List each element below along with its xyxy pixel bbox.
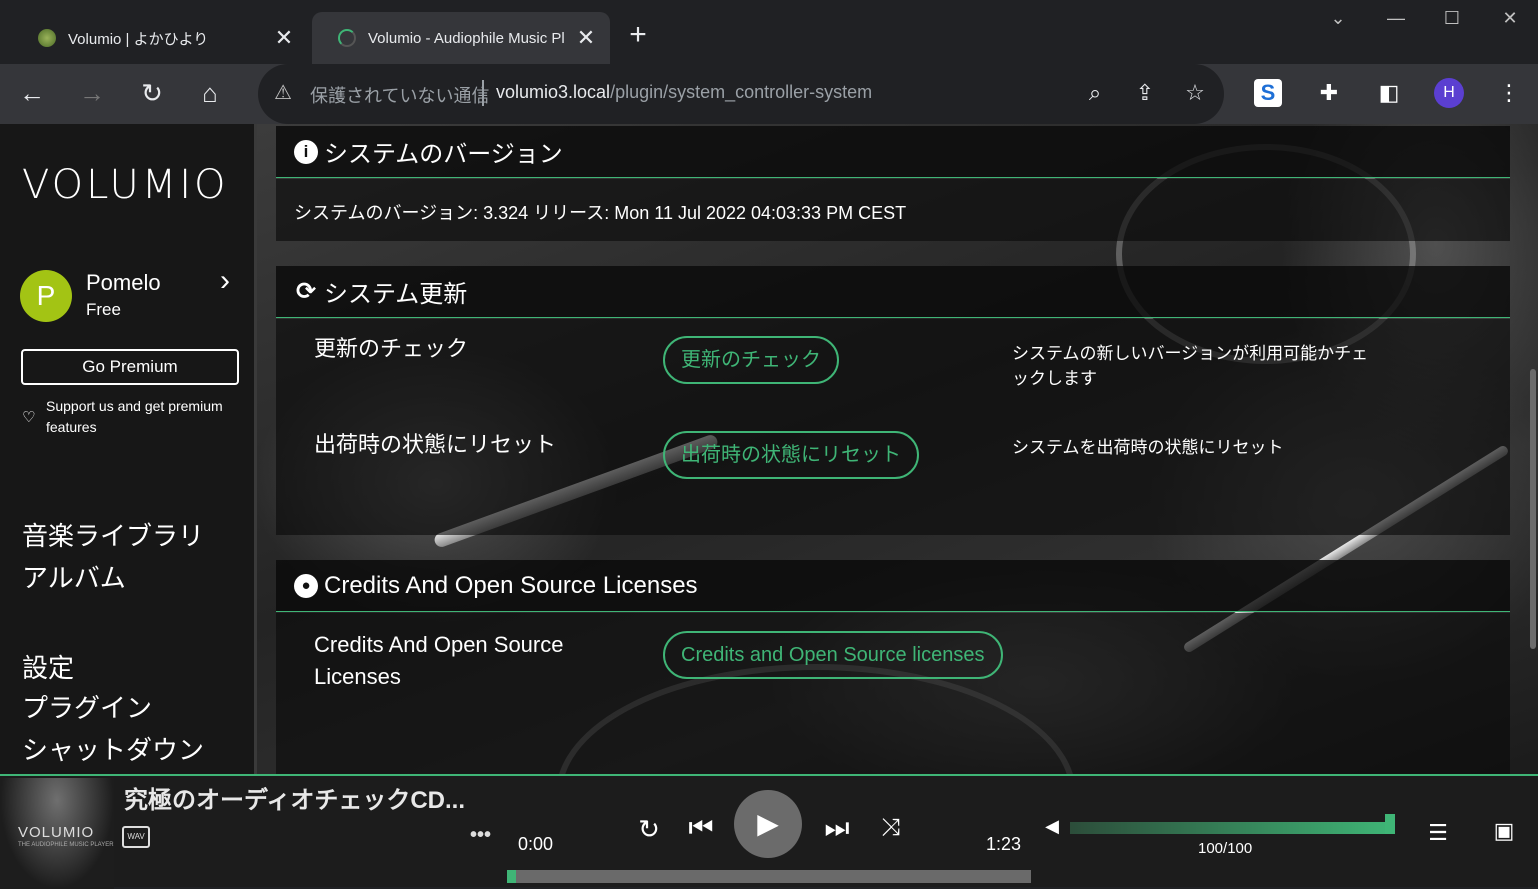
- volume-slider-fill: [1070, 822, 1394, 834]
- profile-avatar[interactable]: H: [1434, 78, 1464, 108]
- side-panel-icon[interactable]: ◧: [1374, 78, 1404, 108]
- address-divider: [482, 80, 484, 106]
- url-path: /plugin/system_controller-system: [610, 82, 873, 102]
- close-window-icon[interactable]: ✕: [1490, 8, 1530, 32]
- tab-volumio-yokahiyori[interactable]: Volumio | よかひより ✕: [12, 12, 308, 64]
- address-bar[interactable]: ⚠ 保護されていない通信 volumio3.local/plugin/syste…: [258, 64, 1224, 124]
- section-title: システムのバージョン: [324, 141, 563, 168]
- library-icon[interactable]: ▣: [1490, 818, 1518, 844]
- user-name[interactable]: Pomelo: [86, 270, 161, 296]
- track-title[interactable]: 究極のオーディオチェックCD...: [124, 780, 465, 815]
- factory-reset-description: システムを出荷時の状態にリセット: [1012, 438, 1284, 457]
- album-art[interactable]: VOLUMIO THE AUDIOPHILE MUSIC PLAYER: [0, 778, 114, 889]
- section-body-credits: Credits And Open Source Licenses Credits…: [276, 613, 1510, 776]
- warning-triangle-icon[interactable]: ⚠: [274, 82, 296, 104]
- home-icon[interactable]: ⌂: [192, 76, 228, 112]
- repeat-icon[interactable]: ↻: [634, 814, 664, 845]
- track-duration: 1:23: [986, 834, 1022, 854]
- section-body-version: システムのバージョン: 3.324 リリース: Mon 11 Jul 2022 …: [276, 179, 1510, 241]
- tab-volumio-player[interactable]: Volumio - Audiophile Music Pl ✕: [312, 12, 610, 64]
- section-header-version: i システムのバージョン: [276, 126, 1510, 178]
- close-tab-icon[interactable]: ✕: [574, 26, 598, 50]
- shuffle-icon[interactable]: ⤨: [876, 814, 906, 842]
- loading-favicon-icon: [338, 29, 356, 47]
- section-header-credits: ● Credits And Open Source Licenses: [276, 560, 1510, 612]
- volume-slider-handle[interactable]: [1385, 814, 1395, 834]
- next-track-icon[interactable]: ⏭: [822, 812, 852, 845]
- sidebar-divider: [254, 124, 257, 776]
- back-arrow-icon[interactable]: ←: [14, 76, 50, 112]
- url-text[interactable]: volumio3.local/plugin/system_controller-…: [496, 82, 872, 103]
- album-art-subtitle: THE AUDIOPHILE MUSIC PLAYER: [18, 842, 114, 848]
- settings-content: i システムのバージョン システムのバージョン: 3.324 リリース: Mon…: [276, 124, 1510, 776]
- volumio-favicon-icon: [38, 29, 56, 47]
- tab-title: Volumio - Audiophile Music Pl: [368, 29, 565, 47]
- forward-arrow-icon[interactable]: →: [74, 76, 110, 112]
- player-bar: VOLUMIO THE AUDIOPHILE MUSIC PLAYER 究極のオ…: [0, 774, 1538, 889]
- elapsed-time: 0:00: [518, 834, 554, 854]
- reload-icon[interactable]: ↻: [134, 76, 170, 112]
- volume-speaker-icon[interactable]: ◀: [1042, 816, 1062, 837]
- sidebar-item-shutdown[interactable]: シャットダウン: [22, 730, 204, 767]
- bookmark-star-icon[interactable]: ☆: [1182, 80, 1208, 106]
- volumio-page: VOLUMIO P Pomelo Free › Go Premium ♡ Sup…: [0, 124, 1538, 776]
- sidebar-item-settings[interactable]: 設定: [22, 648, 74, 685]
- minimize-icon[interactable]: —: [1376, 8, 1416, 32]
- browser-menu-icon[interactable]: ⋮: [1494, 78, 1524, 108]
- seek-bar-fill: [507, 870, 517, 883]
- share-icon[interactable]: ⇪: [1132, 80, 1158, 106]
- refresh-icon: ⟳: [295, 277, 317, 305]
- volumio-logo[interactable]: VOLUMIO: [22, 162, 229, 208]
- album-art-logo: VOLUMIO: [18, 824, 95, 841]
- play-button[interactable]: ▶: [734, 790, 802, 858]
- heart-icon: ♡: [22, 409, 36, 426]
- sidebar-item-music-library[interactable]: 音楽ライブラリ: [22, 516, 204, 553]
- credits-label: Credits And Open Source Licenses: [314, 632, 564, 689]
- more-options-icon[interactable]: •••: [470, 824, 491, 847]
- maximize-icon[interactable]: ☐: [1432, 8, 1472, 32]
- chevron-right-icon[interactable]: ›: [220, 264, 230, 298]
- wav-format-icon: WAV: [122, 826, 150, 848]
- close-tab-icon[interactable]: ✕: [272, 26, 296, 50]
- zoom-magnifier-icon[interactable]: ⌕: [1082, 80, 1108, 106]
- extensions-puzzle-icon[interactable]: ✚: [1314, 78, 1344, 108]
- info-icon: i: [294, 139, 318, 164]
- tab-title: Volumio | よかひより: [68, 30, 209, 48]
- sidebar-item-plugins[interactable]: プラグイン: [22, 688, 152, 725]
- check-update-button[interactable]: 更新のチェック: [663, 336, 839, 384]
- sidebar: VOLUMIO P Pomelo Free › Go Premium ♡ Sup…: [0, 124, 254, 776]
- check-update-description: システムの新しいバージョンが利用可能かチェックします: [1012, 344, 1369, 388]
- volume-slider[interactable]: [1070, 822, 1394, 834]
- sidebar-item-albums[interactable]: アルバム: [22, 558, 126, 595]
- user-avatar[interactable]: P: [20, 270, 72, 322]
- queue-list-icon[interactable]: ☰: [1424, 820, 1452, 846]
- user-plan: Free: [86, 300, 121, 319]
- section-title: Credits And Open Source Licenses: [324, 571, 698, 599]
- system-version-text: システムのバージョン: 3.324 リリース: Mon 11 Jul 2022 …: [294, 203, 907, 223]
- security-status-text[interactable]: 保護されていない通信: [310, 82, 489, 108]
- seek-bar[interactable]: [507, 870, 1031, 883]
- url-host: volumio3.local: [496, 82, 611, 102]
- previous-track-icon[interactable]: ⏮: [686, 812, 716, 845]
- support-premium-link[interactable]: Support us and get premium features: [46, 396, 246, 438]
- tab-search-chevron-icon[interactable]: ⌄: [1318, 8, 1358, 32]
- section-header-update: ⟳ システム更新: [276, 266, 1510, 318]
- extension-s-icon[interactable]: S: [1254, 79, 1282, 107]
- user-circle-icon: ●: [294, 573, 318, 598]
- check-update-label: 更新のチェック: [314, 336, 469, 361]
- factory-reset-button[interactable]: 出荷時の状態にリセット: [663, 431, 919, 479]
- volume-value: 100/100: [1198, 840, 1253, 857]
- go-premium-button[interactable]: Go Premium: [21, 349, 239, 385]
- browser-title-bar: Volumio | よかひより ✕ Volumio - Audiophile M…: [0, 0, 1538, 64]
- page-scrollbar[interactable]: [1530, 369, 1536, 649]
- credits-licenses-button[interactable]: Credits and Open Source licenses: [663, 631, 1003, 679]
- new-tab-plus-icon[interactable]: +: [622, 20, 654, 52]
- section-title: システム更新: [324, 281, 468, 308]
- factory-reset-label: 出荷時の状態にリセット: [314, 432, 557, 457]
- section-body-update: 更新のチェック 更新のチェック システムの新しいバージョンが利用可能かチェックし…: [276, 319, 1510, 535]
